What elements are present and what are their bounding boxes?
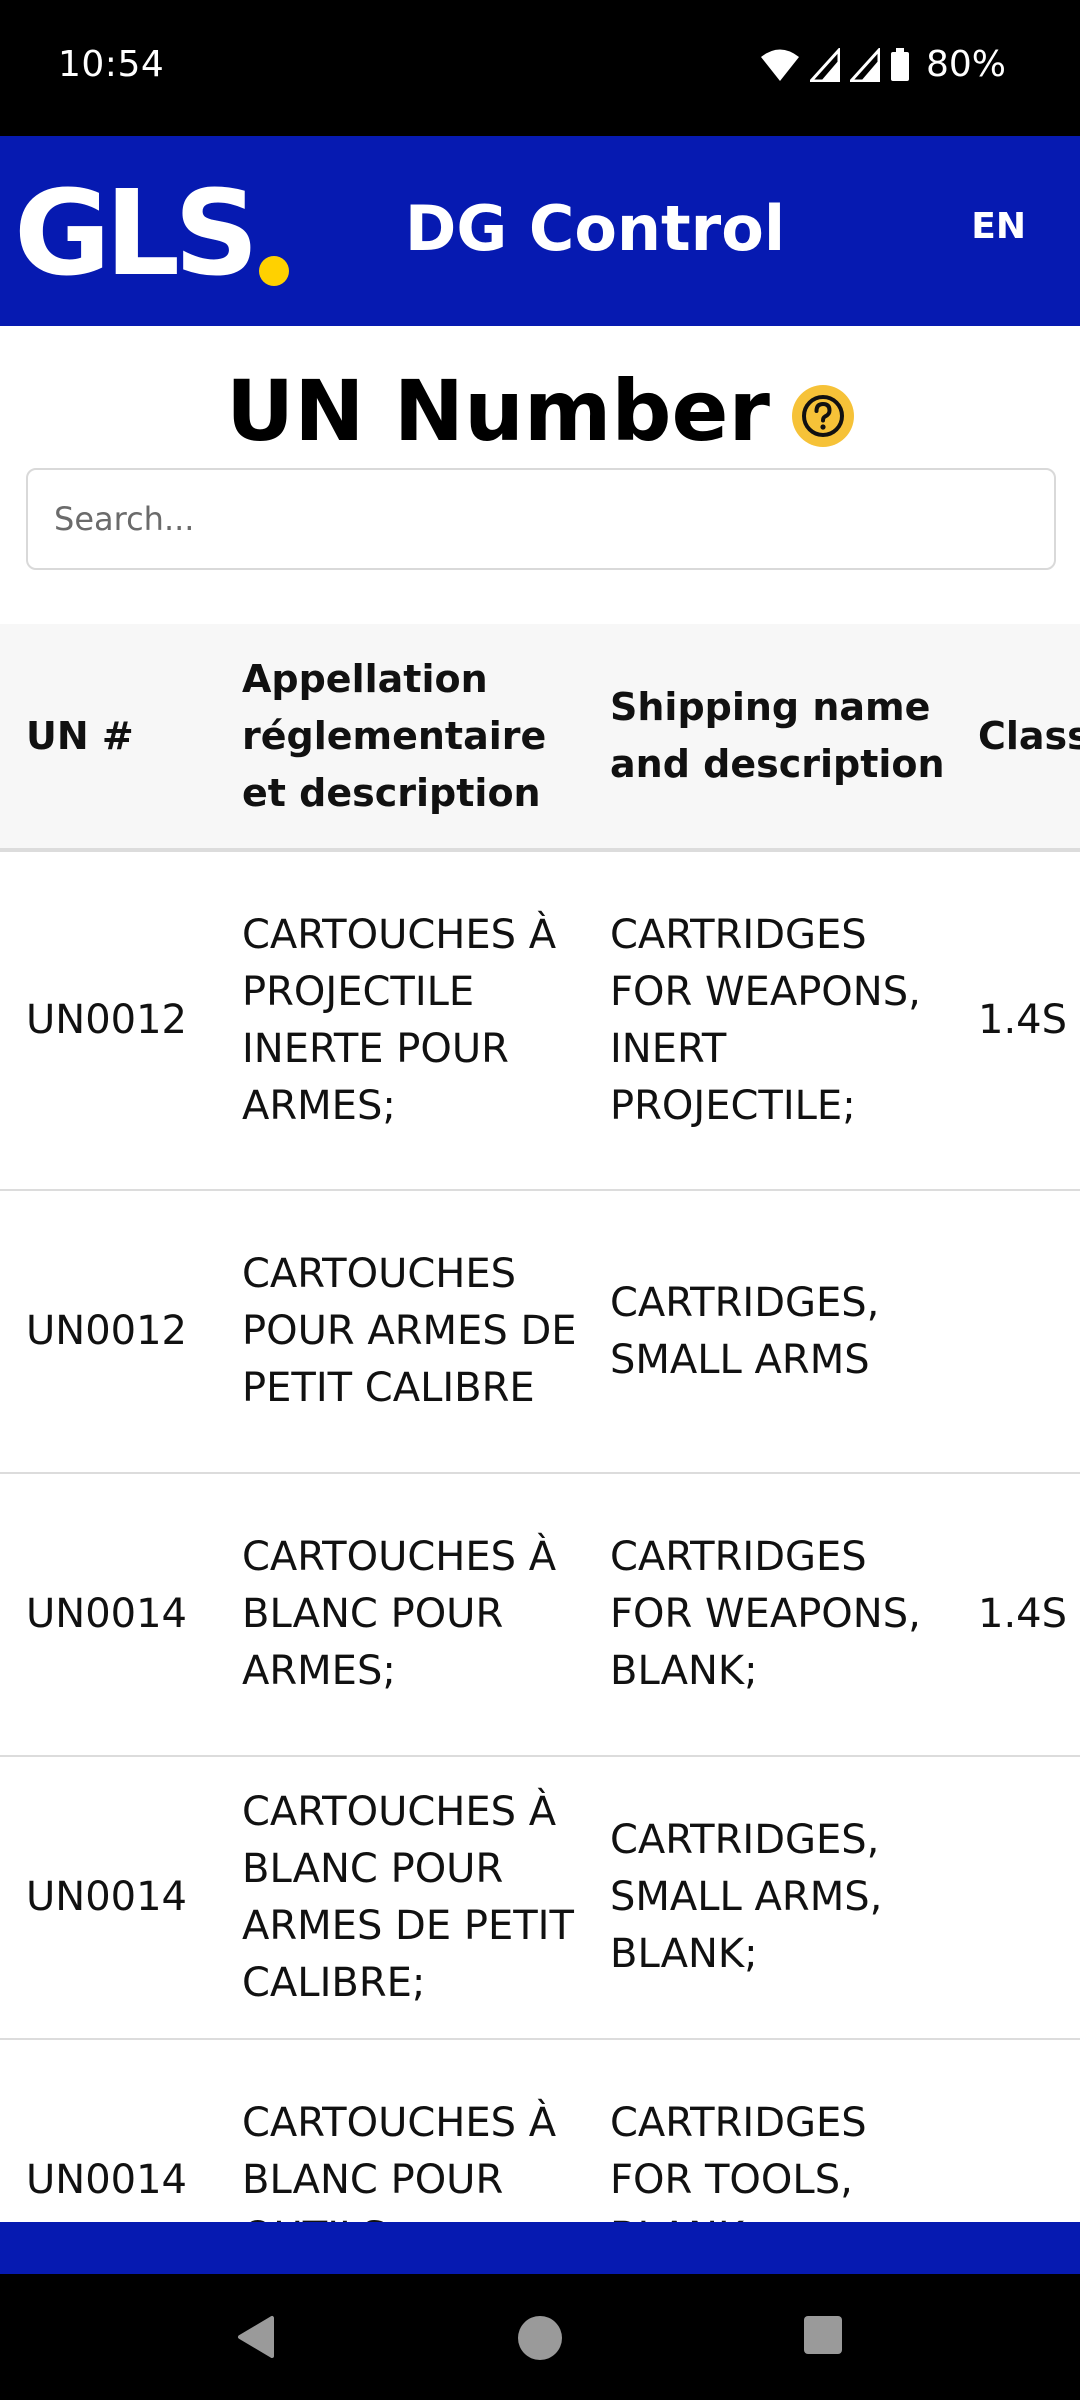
header-shipping-name[interactable]: Shipping name and description: [584, 624, 952, 850]
back-triangle-icon[interactable]: [236, 2314, 276, 2360]
signal-icon-2: [849, 47, 880, 82]
page-heading: UN Number: [0, 362, 1080, 460]
app-header: GLS DG Control EN: [0, 136, 1080, 326]
cell-shipping-name: CARTRIDGES, SMALL ARMS: [610, 1279, 880, 1383]
status-bar: 10:54 80%: [0, 0, 1080, 136]
cell-appellation: CARTOUCHES POUR ARMES DE PETIT CALIBRE: [242, 1251, 577, 1411]
status-time: 10:54: [58, 44, 165, 85]
table-row[interactable]: UN0014 CARTOUCHES À BLANC POUR ARMES; CA…: [0, 1473, 1080, 1756]
table-header-row: UN # Appellation réglementaire et descri…: [0, 624, 1080, 850]
wifi-icon: [760, 49, 799, 81]
table-row[interactable]: UN0012 CARTOUCHES À PROJECTILE INERTE PO…: [0, 850, 1080, 1190]
cell-class: 1.4S: [978, 997, 1068, 1043]
battery-icon: [890, 47, 909, 81]
status-icons: 80%: [760, 44, 1006, 85]
cell-shipping-name: CARTRIDGES, SMALL ARMS, BLANK;: [610, 1817, 883, 1977]
header-class[interactable]: Class: [952, 624, 1080, 850]
home-circle-icon[interactable]: [516, 2314, 564, 2362]
cell-un-number: UN0014: [26, 1591, 187, 1637]
signal-icon: [809, 47, 840, 82]
main-content: UN Number UN # Appellation réglementaire…: [0, 326, 1080, 2222]
cell-un-number: UN0014: [26, 1874, 187, 1920]
cell-appellation: CARTOUCHES À BLANC POUR ARMES DE PETIT C…: [242, 1788, 574, 2006]
cell-appellation: CARTOUCHES À BLANC POUR OUTILS: [242, 2100, 557, 2222]
footer-bar: [0, 2222, 1080, 2274]
cell-shipping-name: CARTRIDGES FOR TOOLS, BLANK: [610, 2100, 867, 2222]
cell-appellation: CARTOUCHES À BLANC POUR ARMES;: [242, 1534, 557, 1694]
cell-class: 1.4S: [978, 1591, 1068, 1637]
cell-shipping-name: CARTRIDGES FOR WEAPONS, INERT PROJECTILE…: [610, 911, 921, 1129]
cell-class: [952, 2039, 1080, 2222]
cell-un-number: UN0014: [26, 2157, 187, 2203]
search-input[interactable]: [26, 468, 1056, 570]
cell-shipping-name: CARTRIDGES FOR WEAPONS, BLANK;: [610, 1534, 921, 1694]
cell-appellation: CARTOUCHES À PROJECTILE INERTE POUR ARME…: [242, 911, 557, 1129]
battery-percent: 80%: [925, 44, 1006, 85]
recents-square-icon[interactable]: [802, 2314, 844, 2356]
header-un-number[interactable]: UN #: [0, 624, 216, 850]
table-row[interactable]: UN0014 CARTOUCHES À BLANC POUR OUTILS CA…: [0, 2039, 1080, 2222]
un-table-container[interactable]: UN # Appellation réglementaire et descri…: [0, 624, 1080, 2222]
page-title: UN Number: [226, 362, 770, 460]
cell-class: [952, 1756, 1080, 2039]
help-icon[interactable]: [791, 385, 854, 447]
language-button[interactable]: EN: [971, 206, 1026, 247]
cell-un-number: UN0012: [26, 997, 187, 1043]
system-nav-bar: [0, 2274, 1080, 2400]
un-table: UN # Appellation réglementaire et descri…: [0, 624, 1080, 2222]
header-appellation[interactable]: Appellation réglementaire et description: [216, 624, 584, 850]
cell-class: [952, 1190, 1080, 1473]
table-row[interactable]: UN0014 CARTOUCHES À BLANC POUR ARMES DE …: [0, 1756, 1080, 2039]
table-row[interactable]: UN0012 CARTOUCHES POUR ARMES DE PETIT CA…: [0, 1190, 1080, 1473]
app-title: DG Control: [404, 192, 786, 265]
cell-un-number: UN0012: [26, 1308, 187, 1354]
